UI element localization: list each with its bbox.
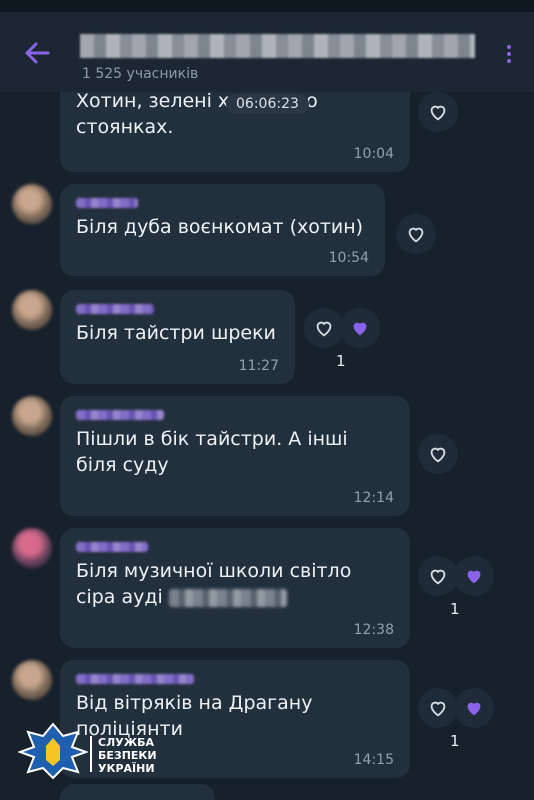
avatar[interactable] bbox=[12, 396, 52, 436]
heart-filled-icon[interactable] bbox=[454, 688, 494, 728]
plate-redacted bbox=[168, 588, 287, 607]
reaction-count: 1 bbox=[450, 600, 460, 618]
heart-outline-icon[interactable] bbox=[304, 308, 344, 348]
chat-title-redacted[interactable] bbox=[80, 34, 475, 58]
watermark-line-3: УКРАЇНИ bbox=[98, 762, 155, 775]
heart-outline-icon[interactable] bbox=[418, 92, 458, 132]
message-bubble[interactable]: Біля дуба воєнкомат (хотин) 10:54 bbox=[60, 184, 385, 276]
watermark-line-2: БЕЗПЕКИ bbox=[98, 749, 157, 762]
sender-name-redacted[interactable] bbox=[76, 304, 154, 314]
message-time: 12:14 bbox=[353, 490, 394, 506]
avatar[interactable] bbox=[12, 184, 52, 224]
heart-outline-icon[interactable] bbox=[418, 688, 458, 728]
watermark-line-1: СЛУЖБА bbox=[98, 736, 155, 749]
message-time: 12:38 bbox=[353, 622, 394, 638]
avatar[interactable] bbox=[12, 660, 52, 700]
message-list[interactable]: Хотин, зелені ходять по стоянках. 10:04 … bbox=[0, 92, 534, 800]
avatar[interactable] bbox=[12, 290, 52, 330]
message-bubble-partial[interactable] bbox=[60, 784, 215, 800]
heart-outline-icon[interactable] bbox=[396, 214, 436, 254]
sender-name-redacted[interactable] bbox=[76, 410, 164, 420]
status-bar bbox=[0, 0, 534, 12]
message-bubble[interactable]: Біля тайстри шреки 11:27 bbox=[60, 290, 295, 384]
heart-filled-icon[interactable] bbox=[454, 556, 494, 596]
message-text: Пішли в бік тайстри. А інші біля суду bbox=[76, 428, 348, 476]
reaction-count: 1 bbox=[450, 732, 460, 750]
more-vertical-icon[interactable] bbox=[500, 42, 518, 72]
heart-outline-icon[interactable] bbox=[418, 556, 458, 596]
video-timestamp: 06:06:23 bbox=[226, 94, 309, 114]
member-count: 1 525 учасників bbox=[82, 66, 199, 82]
message-time: 14:15 bbox=[353, 752, 394, 768]
heart-outline-icon[interactable] bbox=[418, 434, 458, 474]
message-time: 10:54 bbox=[328, 250, 369, 266]
message-bubble[interactable]: Пішли в бік тайстри. А інші біля суду 12… bbox=[60, 396, 410, 516]
sender-name-redacted[interactable] bbox=[76, 674, 194, 684]
back-arrow-icon[interactable] bbox=[22, 38, 52, 68]
watermark-text: СЛУЖБА БЕЗПЕКИ УКРАЇНИ bbox=[98, 736, 157, 775]
watermark-divider bbox=[90, 736, 92, 772]
reaction-count: 1 bbox=[336, 352, 346, 370]
message-text: Біля тайстри шреки bbox=[76, 322, 276, 344]
message-bubble[interactable]: Біля музичної школи світло сіра ауді 12:… bbox=[60, 528, 410, 648]
sender-name-redacted[interactable] bbox=[76, 542, 148, 552]
chat-header[interactable]: 1 525 учасників bbox=[0, 12, 534, 92]
message-text: Біля музичної школи світло сіра ауді bbox=[76, 558, 394, 610]
message-time: 10:04 bbox=[353, 146, 394, 162]
message-text: Біля дуба воєнкомат (хотин) bbox=[76, 216, 364, 238]
heart-filled-icon[interactable] bbox=[340, 308, 380, 348]
sender-name-redacted[interactable] bbox=[76, 198, 138, 208]
avatar[interactable] bbox=[12, 528, 52, 568]
message-time: 11:27 bbox=[238, 358, 279, 374]
